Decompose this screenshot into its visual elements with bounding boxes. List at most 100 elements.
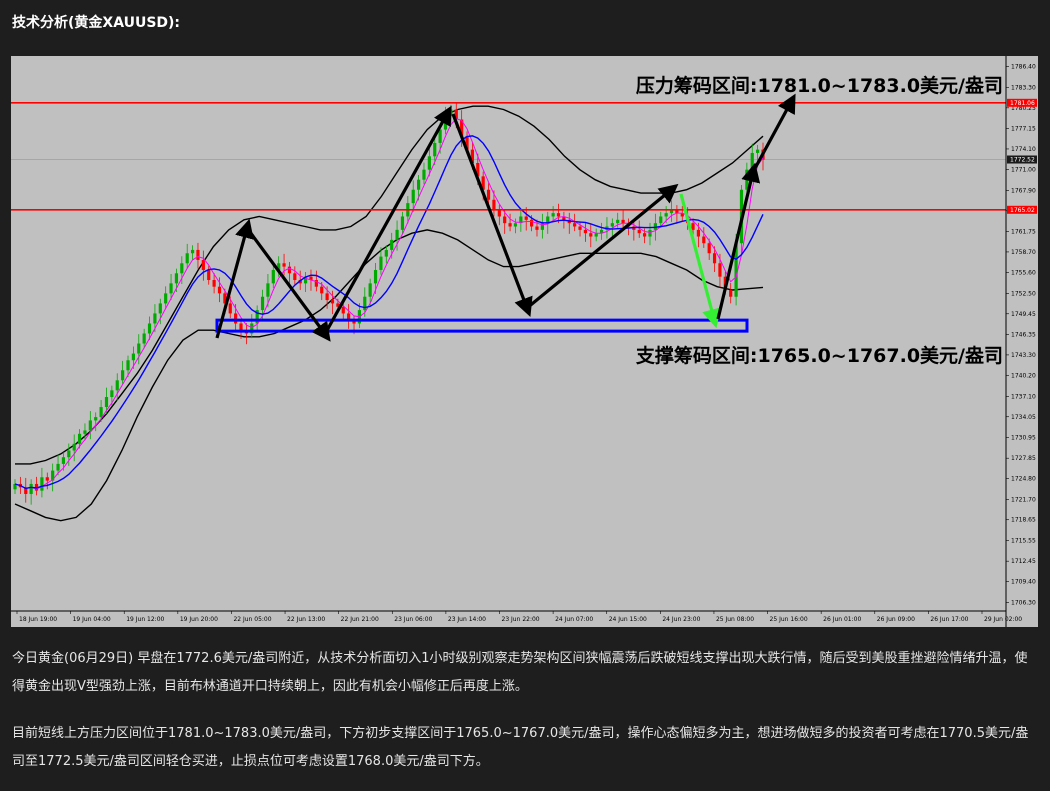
candle-body: [158, 303, 162, 314]
x-tick-label: 29 Jun 02:00: [984, 616, 1022, 623]
candle-body: [126, 360, 130, 371]
candle-body: [72, 443, 76, 451]
candle-body: [104, 397, 109, 408]
candle-body: [610, 223, 614, 227]
candle-body: [400, 216, 405, 230]
candle-body: [416, 179, 421, 190]
x-tick-label: 25 Jun 08:00: [716, 616, 754, 623]
candle-body: [729, 290, 733, 297]
candle-body: [702, 236, 706, 244]
candle-body: [110, 390, 114, 398]
candle-body: [664, 213, 668, 217]
candle-body: [589, 233, 593, 237]
y-tick-label: 1767.90: [1011, 187, 1036, 194]
candle-body: [147, 323, 152, 334]
chart-canvas: 1786.401783.301780.251777.151774.101771.…: [11, 56, 1038, 627]
x-tick-label: 18 Jun 19:00: [19, 616, 57, 623]
section-heading: 技术分析(黄金XAUUSD):: [12, 15, 181, 31]
candle-body: [578, 226, 582, 230]
y-tick-label: 1777.15: [1011, 126, 1036, 133]
candle-body: [535, 226, 539, 230]
x-tick-label: 19 Jun 04:00: [73, 616, 111, 623]
y-tick-label: 1706.30: [1011, 599, 1036, 606]
candle-body: [196, 249, 200, 260]
candle-body: [185, 253, 189, 264]
price-chart: 1786.40 1783.30 1780.25 1777.15 1774.10 1771.…: [11, 56, 1038, 627]
candle-body: [411, 189, 415, 204]
candle-body: [756, 149, 760, 153]
candle-body: [637, 229, 641, 234]
y-tick-label: 1721.70: [1011, 496, 1036, 503]
candle-body: [212, 280, 216, 287]
x-tick-label: 25 Jun 16:00: [770, 616, 808, 623]
candle-body: [40, 477, 44, 491]
y-tick-label: 1727.85: [1011, 455, 1036, 462]
candle-body: [750, 152, 754, 170]
candle-body: [190, 249, 195, 254]
candle-body: [77, 433, 82, 444]
candle-body: [174, 273, 179, 284]
x-tick-label: 19 Jun 20:00: [180, 616, 218, 623]
candle-body: [234, 313, 238, 324]
candle-body: [94, 417, 98, 421]
x-tick-label: 22 Jun 21:00: [341, 616, 379, 623]
candle-body: [164, 293, 168, 304]
candle-body: [659, 216, 663, 224]
y-tick-label: 1734.05: [1011, 414, 1036, 421]
candle-body: [325, 293, 329, 301]
x-tick-label: 23 Jun 14:00: [448, 616, 486, 623]
y-tick-label: 1771.00: [1011, 167, 1036, 174]
x-tick-label: 24 Jun 23:00: [662, 616, 700, 623]
candle-body: [573, 223, 577, 227]
candle-body: [207, 269, 211, 281]
candle-body: [142, 333, 146, 344]
y-tick-label: 1712.45: [1011, 558, 1036, 565]
y-tick-label: 1715.55: [1011, 537, 1036, 544]
candle-body: [648, 229, 652, 237]
y-tick-label: 1709.40: [1011, 579, 1036, 586]
x-tick-label: 26 Jun 17:00: [930, 616, 968, 623]
y-tick-label: 1737.10: [1011, 393, 1036, 400]
y-tick-label: 1740.20: [1011, 373, 1036, 380]
candle-body: [643, 233, 647, 237]
x-tick-label: 26 Jun 09:00: [877, 616, 915, 623]
candle-body: [153, 313, 157, 324]
y-tick-label: 1724.80: [1011, 476, 1036, 483]
candle-body: [492, 199, 496, 210]
x-tick-label: 22 Jun 13:00: [287, 616, 325, 623]
candle-body: [330, 300, 335, 304]
y-tick-label: 1761.75: [1011, 229, 1036, 236]
candle-body: [513, 223, 518, 227]
candle-body: [384, 249, 388, 257]
candle-body: [691, 223, 695, 230]
candle-body: [583, 229, 588, 234]
x-tick-label: 23 Jun 06:00: [394, 616, 432, 623]
candle-body: [707, 243, 711, 254]
x-tick-label: 23 Jun 22:00: [502, 616, 540, 623]
support-zone-label: 支撑筹码区间:1765.0~1767.0美元/盎司: [635, 344, 1003, 367]
candle-body: [718, 263, 722, 277]
candle-body: [228, 303, 232, 314]
y-tick-label: 1758.70: [1011, 249, 1036, 256]
y-tick-label: 1786.40: [1011, 64, 1036, 71]
candle-body: [341, 306, 345, 314]
candle-body: [379, 256, 383, 270]
candle-body: [594, 233, 598, 237]
candle-body: [556, 213, 561, 217]
candle-body: [180, 263, 184, 274]
candle-body: [368, 283, 372, 297]
candle-body: [320, 286, 324, 294]
current-price-tag: 1772.52: [1010, 157, 1035, 164]
candle-body: [503, 216, 507, 224]
x-tick-label: 24 Jun 15:00: [609, 616, 647, 623]
candle-body: [45, 477, 49, 481]
candle-body: [551, 213, 555, 217]
candle-body: [61, 457, 66, 464]
candle-body: [390, 239, 394, 250]
candle-body: [373, 269, 378, 284]
x-tick-label: 24 Jun 07:00: [555, 616, 593, 623]
candle-body: [621, 219, 625, 224]
x-tick-label: 26 Jun 01:00: [823, 616, 861, 623]
chart-background: [11, 56, 1038, 627]
y-tick-label: 1774.10: [1011, 146, 1036, 153]
